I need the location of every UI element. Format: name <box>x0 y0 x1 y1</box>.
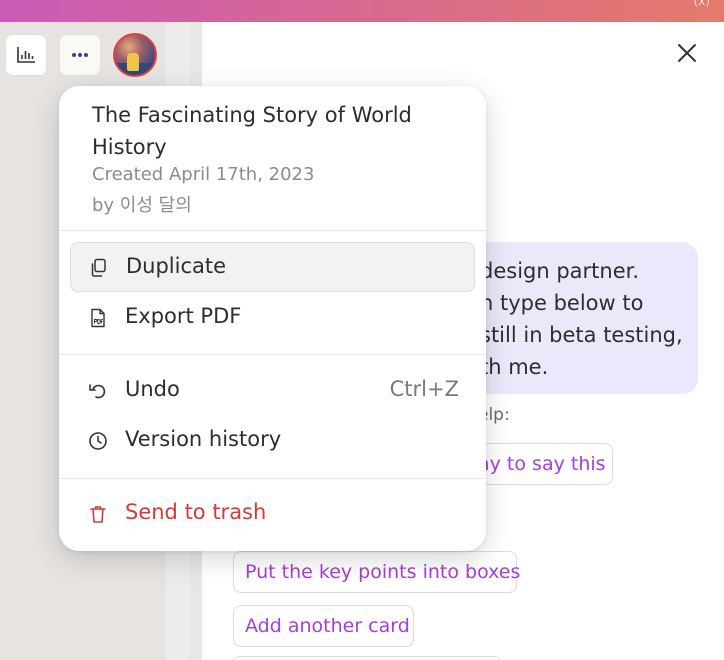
menu-item-undo[interactable]: Undo Ctrl+Z <box>70 366 475 416</box>
menu-divider <box>59 230 486 231</box>
menu-divider <box>59 478 486 479</box>
menu-item-send-to-trash[interactable]: Send to trash <box>70 489 475 539</box>
avatar[interactable] <box>113 33 157 77</box>
chat-line: still in beta testing, <box>480 323 683 347</box>
menu-document-title: The Fascinating Story of World History <box>92 103 412 159</box>
more-options-menu: The Fascinating Story of World History C… <box>59 86 486 551</box>
menu-item-export-pdf[interactable]: Export PDF <box>70 293 475 343</box>
chat-line: design partner. <box>480 259 640 283</box>
menu-item-label: Version history <box>125 427 282 451</box>
menu-item-label: Duplicate <box>126 254 227 278</box>
pdf-icon <box>91 308 105 328</box>
analytics-button[interactable] <box>5 34 47 76</box>
close-icon[interactable] <box>676 42 698 64</box>
menu-item-label: Undo <box>125 377 180 401</box>
chat-line: n type below to <box>480 291 644 315</box>
chat-line: th me. <box>480 355 549 379</box>
menu-created-date: Created April 17th, 2023 <box>92 164 315 185</box>
suggestion-button[interactable]: Put the key points into boxes <box>233 551 520 593</box>
chat-message: design partner. n type below to still in… <box>480 255 690 383</box>
app-top-bar: (x) <box>0 0 724 22</box>
window-corner-glyph[interactable]: (x) <box>694 0 710 8</box>
suggestion-button[interactable]: ay to say this <box>466 443 613 485</box>
suggestion-button[interactable]: Add another card <box>233 605 414 647</box>
menu-item-version-history[interactable]: Version history <box>70 416 475 466</box>
more-options-button[interactable] <box>59 34 101 76</box>
undo-shortcut: Ctrl+Z <box>389 377 459 401</box>
suggestion-button-partial[interactable] <box>234 656 500 660</box>
menu-item-label: Export PDF <box>125 304 242 328</box>
menu-author: by 이성 달의 <box>92 195 192 216</box>
bar-chart-icon <box>17 47 35 63</box>
undo-icon <box>89 384 106 399</box>
trash-icon <box>90 506 106 523</box>
clock-icon <box>89 432 107 450</box>
menu-item-duplicate[interactable]: Duplicate <box>70 242 475 292</box>
menu-item-label: Send to trash <box>125 500 267 524</box>
menu-divider <box>59 354 486 355</box>
duplicate-icon <box>91 258 106 277</box>
more-dots-icon <box>72 53 88 57</box>
